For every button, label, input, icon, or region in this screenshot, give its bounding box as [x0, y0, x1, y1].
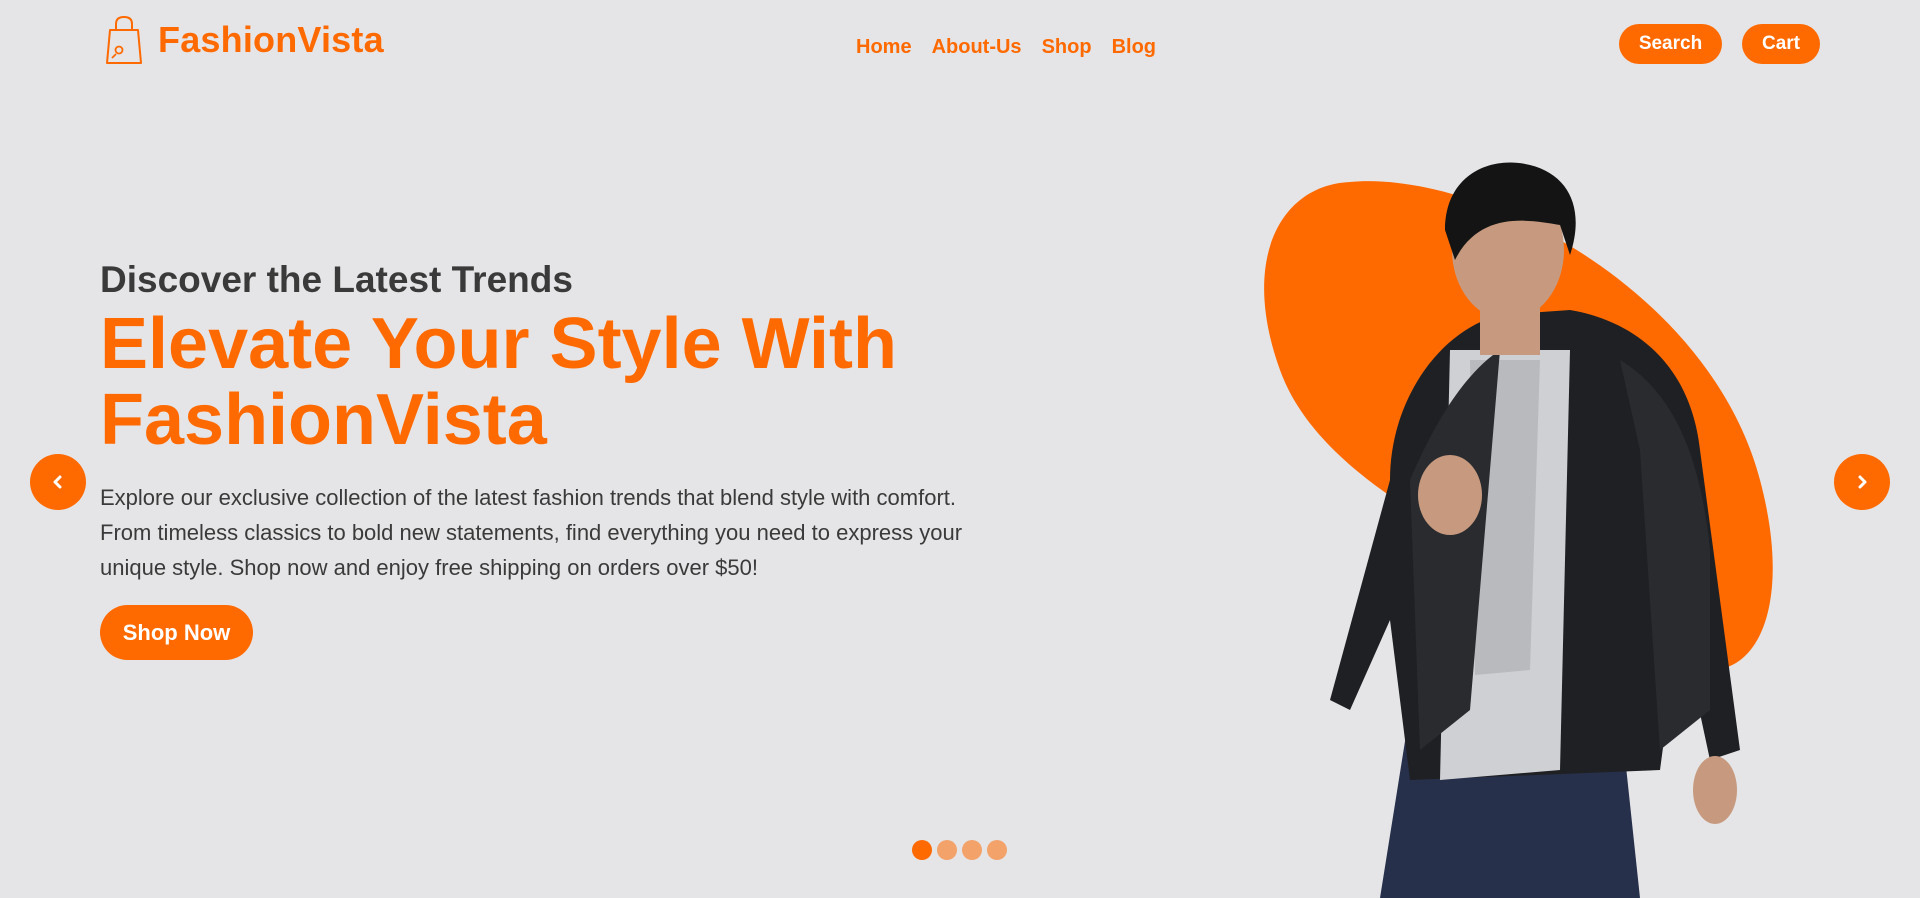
hero-description: Explore our exclusive collection of the …	[100, 485, 963, 580]
nav-shop[interactable]: Shop	[1042, 36, 1092, 59]
carousel-indicators	[912, 840, 1007, 860]
nav-about-us[interactable]: About-Us	[932, 36, 1022, 59]
main-nav: Home About-Us Shop Blog	[856, 36, 1156, 59]
cart-button[interactable]: Cart	[1742, 24, 1820, 64]
carousel-dot-1[interactable]	[912, 840, 932, 860]
shopping-bag-icon	[106, 15, 142, 64]
carousel-dot-3[interactable]	[962, 840, 982, 860]
nav-home[interactable]: Home	[856, 36, 912, 59]
hero-section: Discover the Latest Trends Elevate Your …	[100, 258, 1000, 660]
nav-blog[interactable]: Blog	[1112, 36, 1156, 59]
hero-title-line2: FashionVista	[100, 380, 547, 460]
hero-model-image	[1264, 162, 1773, 898]
carousel-prev-button[interactable]	[30, 454, 86, 510]
hero-title-line1: Elevate Your Style With	[100, 304, 897, 384]
chevron-right-icon	[1858, 475, 1867, 489]
hero-subtitle: Discover the Latest Trends	[100, 259, 573, 300]
carousel-dot-4[interactable]	[987, 840, 1007, 860]
site-header: FashionVista Home About-Us Shop Blog Sea…	[0, 0, 1920, 90]
brand-name: FashionVista	[158, 19, 384, 60]
carousel-next-button[interactable]	[1834, 454, 1890, 510]
shop-now-button[interactable]: Shop Now	[100, 605, 253, 660]
logo[interactable]: FashionVista	[104, 12, 384, 68]
carousel-dot-2[interactable]	[937, 840, 957, 860]
hero-title: Elevate Your Style With FashionVista	[100, 306, 1000, 458]
chevron-left-icon	[53, 475, 62, 489]
search-button[interactable]: Search	[1619, 24, 1722, 64]
